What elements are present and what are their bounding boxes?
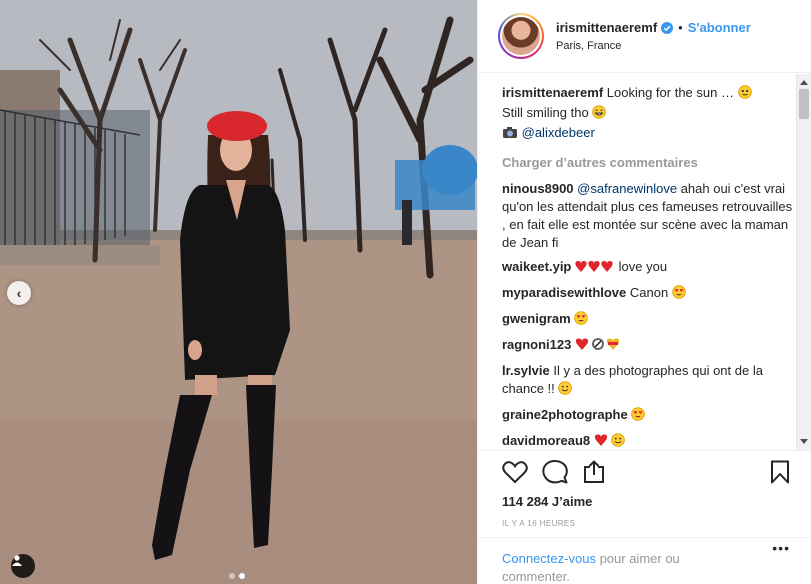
previous-photo-button[interactable]: ‹ — [7, 281, 31, 305]
instagram-post-modal: ‹ irismittenaeremf • S'abonner Paris, Fr… — [0, 0, 811, 584]
red-heart-emoji-icon — [575, 260, 615, 278]
load-more-comments-button[interactable]: Charger d’autres commentaires — [502, 154, 794, 172]
caption: irismittenaeremf Looking for the sun … S… — [502, 84, 794, 144]
login-link[interactable]: Connectez-vous — [502, 551, 596, 566]
comment-username[interactable]: lr.sylvie — [502, 363, 550, 378]
comment: ninous8900 @safranewinlove ahah oui c'es… — [502, 180, 794, 252]
photo-illustration — [0, 0, 477, 584]
location-link[interactable]: Paris, France — [556, 40, 751, 52]
grinning-emoji-icon — [592, 105, 607, 124]
like-count[interactable]: 114 284 J’aime — [502, 494, 592, 509]
carousel-dot-active — [239, 573, 245, 579]
comment-username[interactable]: myparadisewithlove — [502, 285, 626, 300]
comment-username[interactable]: gwenigram — [502, 311, 571, 326]
comment-text: love you — [618, 259, 668, 274]
smiling-emoji-icon — [558, 381, 573, 400]
user-icon — [12, 555, 22, 566]
heart-ring-flag-emoji-icon — [575, 337, 621, 356]
scrollbar-thumb[interactable] — [799, 89, 809, 119]
comment: gwenigram — [502, 310, 794, 330]
chevron-left-icon: ‹ — [16, 284, 22, 301]
comment-text: Canon — [629, 285, 669, 300]
comment-icon[interactable] — [542, 460, 568, 484]
bookmark-icon[interactable] — [770, 460, 790, 484]
sun-face-emoji-icon — [737, 85, 752, 104]
comment-username[interactable]: waikeet.yip — [502, 259, 571, 274]
comment: davidmoreau8 — [502, 432, 794, 450]
separator: • — [678, 20, 683, 35]
scroll-down-arrow-icon[interactable] — [800, 439, 808, 444]
comment: waikeet.yip love you — [502, 258, 794, 278]
comments-list[interactable]: irismittenaeremf Looking for the sun … S… — [478, 74, 811, 450]
header-username[interactable]: irismittenaeremf — [556, 20, 657, 35]
comment: ragnoni123 — [502, 336, 794, 356]
comment-username[interactable]: ninous8900 — [502, 181, 574, 196]
carousel-indicator — [229, 573, 245, 579]
tagged-users-button[interactable] — [11, 554, 35, 578]
post-side-panel: irismittenaeremf • S'abonner Paris, Fran… — [477, 0, 811, 584]
comment-username[interactable]: graine2photographe — [502, 407, 628, 422]
follow-button[interactable]: S'abonner — [688, 20, 751, 35]
story-ring[interactable] — [498, 13, 544, 59]
heart-eyes-emoji-icon — [672, 285, 686, 304]
caption-text-line2: Still smiling tho — [502, 105, 589, 120]
heart-eyes-emoji-icon — [574, 311, 589, 330]
sparkling-heart-smile-emoji-icon — [594, 433, 626, 450]
more-options-button[interactable]: ••• — [772, 540, 790, 556]
heart-eyes-emoji-icon — [631, 407, 646, 426]
heart-icon[interactable] — [502, 460, 528, 484]
camera-emoji-icon — [502, 126, 518, 144]
login-prompt: Connectez-vous pour aimer ou commenter. … — [478, 537, 811, 584]
post-timestamp[interactable]: IL Y A 16 HEURES — [502, 519, 575, 528]
comment: graine2photographe — [502, 406, 794, 426]
verified-badge-icon — [661, 21, 674, 34]
credit-mention[interactable]: @alixdebeer — [522, 125, 595, 140]
carousel-dot — [229, 573, 235, 579]
comment-username[interactable]: ragnoni123 — [502, 337, 571, 352]
comments-scrollbar[interactable] — [796, 74, 811, 450]
caption-text: Looking for the sun … — [606, 85, 734, 100]
scroll-up-arrow-icon[interactable] — [800, 80, 808, 85]
comment-mention[interactable]: @safranewinlove — [577, 181, 677, 196]
avatar[interactable] — [502, 17, 540, 55]
share-icon[interactable] — [582, 460, 606, 484]
post-header: irismittenaeremf • S'abonner Paris, Fran… — [478, 0, 811, 73]
comment-username[interactable]: davidmoreau8 — [502, 433, 590, 448]
action-bar — [478, 450, 811, 490]
post-photo[interactable]: ‹ — [0, 0, 477, 584]
caption-username[interactable]: irismittenaeremf — [502, 85, 603, 100]
comment: lr.sylvie Il y a des photographes qui on… — [502, 362, 794, 400]
comment: myparadisewithlove Canon — [502, 284, 794, 304]
